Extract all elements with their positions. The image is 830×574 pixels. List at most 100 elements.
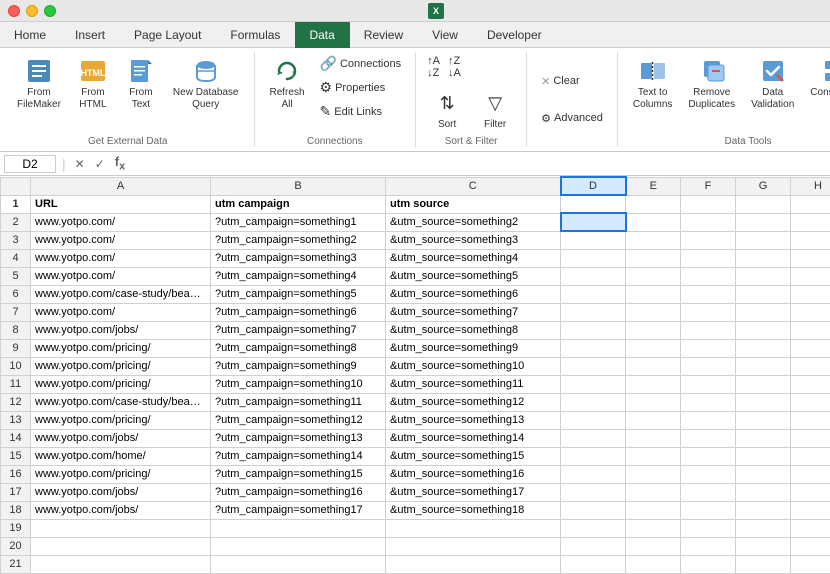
properties-button[interactable]: ⚙ Properties [314, 76, 408, 99]
cell-2-1[interactable]: ?utm_campaign=something1 [211, 213, 386, 231]
cell-5-4[interactable] [626, 267, 681, 285]
cell-21-6[interactable] [736, 555, 791, 573]
table-row[interactable]: 4www.yotpo.com/?utm_campaign=something3&… [1, 249, 830, 267]
cell-10-2[interactable]: &utm_source=something10 [386, 357, 561, 375]
cell-6-1[interactable]: ?utm_campaign=something5 [211, 285, 386, 303]
row-header-9[interactable]: 9 [1, 339, 31, 357]
cell-18-4[interactable] [626, 501, 681, 519]
cell-4-4[interactable] [626, 249, 681, 267]
cell-20-7[interactable] [791, 537, 830, 555]
new-database-query-button[interactable]: New DatabaseQuery [166, 52, 246, 114]
cell-16-6[interactable] [736, 465, 791, 483]
cell-12-1[interactable]: ?utm_campaign=something11 [211, 393, 386, 411]
cell-10-1[interactable]: ?utm_campaign=something9 [211, 357, 386, 375]
cell-4-1[interactable]: ?utm_campaign=something3 [211, 249, 386, 267]
cell-8-4[interactable] [626, 321, 681, 339]
cell-17-0[interactable]: www.yotpo.com/jobs/ [31, 483, 211, 501]
row-header-19[interactable]: 19 [1, 519, 31, 537]
cell-1-4[interactable] [626, 195, 681, 213]
maximize-button[interactable] [44, 5, 56, 17]
cell-21-0[interactable] [31, 555, 211, 573]
cell-9-7[interactable] [791, 339, 830, 357]
cell-6-6[interactable] [736, 285, 791, 303]
from-html-button[interactable]: HTML FromHTML [70, 52, 116, 114]
cell-5-3[interactable] [561, 267, 626, 285]
connections-button[interactable]: 🔗 Connections [314, 52, 408, 75]
cell-21-5[interactable] [681, 555, 736, 573]
cell-8-3[interactable] [561, 321, 626, 339]
col-header-f[interactable]: F [681, 177, 736, 195]
cell-1-6[interactable] [736, 195, 791, 213]
table-row[interactable]: 11www.yotpo.com/pricing/?utm_campaign=so… [1, 375, 830, 393]
cell-9-4[interactable] [626, 339, 681, 357]
row-header-3[interactable]: 3 [1, 231, 31, 249]
cell-11-7[interactable] [791, 375, 830, 393]
cell-17-1[interactable]: ?utm_campaign=something16 [211, 483, 386, 501]
cell-11-3[interactable] [561, 375, 626, 393]
cell-2-4[interactable] [626, 213, 681, 231]
cell-11-1[interactable]: ?utm_campaign=something10 [211, 375, 386, 393]
table-row[interactable]: 20 [1, 537, 830, 555]
advanced-button[interactable]: ⚙ Advanced [535, 109, 609, 128]
cell-12-7[interactable] [791, 393, 830, 411]
table-row[interactable]: 15www.yotpo.com/home/?utm_campaign=somet… [1, 447, 830, 465]
cell-5-0[interactable]: www.yotpo.com/ [31, 267, 211, 285]
row-header-20[interactable]: 20 [1, 537, 31, 555]
cell-5-6[interactable] [736, 267, 791, 285]
cell-16-2[interactable]: &utm_source=something16 [386, 465, 561, 483]
table-row[interactable]: 1URLutm campaignutm source [1, 195, 830, 213]
cell-18-7[interactable] [791, 501, 830, 519]
cell-15-1[interactable]: ?utm_campaign=something14 [211, 447, 386, 465]
consolidate-button[interactable]: Consolidate [803, 52, 830, 102]
cell-12-3[interactable] [561, 393, 626, 411]
from-text-button[interactable]: FromText [118, 52, 164, 114]
cell-7-7[interactable] [791, 303, 830, 321]
sort-desc-button[interactable]: ↑Z↓A [445, 52, 464, 82]
cell-18-5[interactable] [681, 501, 736, 519]
cell-20-3[interactable] [561, 537, 626, 555]
cell-2-3[interactable] [561, 213, 626, 231]
refresh-all-button[interactable]: RefreshAll [263, 52, 312, 114]
cell-18-0[interactable]: www.yotpo.com/jobs/ [31, 501, 211, 519]
text-to-columns-button[interactable]: Text toColumns [626, 52, 679, 114]
edit-links-button[interactable]: ✎ Edit Links [314, 100, 408, 123]
cell-20-6[interactable] [736, 537, 791, 555]
cell-4-7[interactable] [791, 249, 830, 267]
cell-6-7[interactable] [791, 285, 830, 303]
cell-19-1[interactable] [211, 519, 386, 537]
col-header-d[interactable]: D [561, 177, 626, 195]
row-header-18[interactable]: 18 [1, 501, 31, 519]
cell-14-0[interactable]: www.yotpo.com/jobs/ [31, 429, 211, 447]
clear-button[interactable]: ✕ Clear [535, 72, 586, 91]
cell-10-6[interactable] [736, 357, 791, 375]
cell-14-3[interactable] [561, 429, 626, 447]
row-header-7[interactable]: 7 [1, 303, 31, 321]
cell-2-7[interactable] [791, 213, 830, 231]
cell-5-5[interactable] [681, 267, 736, 285]
cell-7-2[interactable]: &utm_source=something7 [386, 303, 561, 321]
formula-input[interactable] [132, 156, 826, 172]
row-header-21[interactable]: 21 [1, 555, 31, 573]
row-header-4[interactable]: 4 [1, 249, 31, 267]
cell-13-2[interactable]: &utm_source=something13 [386, 411, 561, 429]
window-controls[interactable] [8, 5, 56, 17]
cell-14-1[interactable]: ?utm_campaign=something13 [211, 429, 386, 447]
cell-19-3[interactable] [561, 519, 626, 537]
col-header-c[interactable]: C [386, 177, 561, 195]
cell-7-1[interactable]: ?utm_campaign=something6 [211, 303, 386, 321]
cell-9-2[interactable]: &utm_source=something9 [386, 339, 561, 357]
cell-reference-box[interactable] [4, 155, 56, 173]
tab-page-layout[interactable]: Page Layout [120, 22, 216, 48]
cell-4-0[interactable]: www.yotpo.com/ [31, 249, 211, 267]
cell-14-2[interactable]: &utm_source=something14 [386, 429, 561, 447]
cell-21-7[interactable] [791, 555, 830, 573]
table-row[interactable]: 19 [1, 519, 830, 537]
cell-10-3[interactable] [561, 357, 626, 375]
cell-9-6[interactable] [736, 339, 791, 357]
cell-17-6[interactable] [736, 483, 791, 501]
from-filemaker-button[interactable]: FromFileMaker [10, 52, 68, 114]
table-row[interactable]: 13www.yotpo.com/pricing/?utm_campaign=so… [1, 411, 830, 429]
cell-18-2[interactable]: &utm_source=something18 [386, 501, 561, 519]
cell-1-5[interactable] [681, 195, 736, 213]
row-header-2[interactable]: 2 [1, 213, 31, 231]
